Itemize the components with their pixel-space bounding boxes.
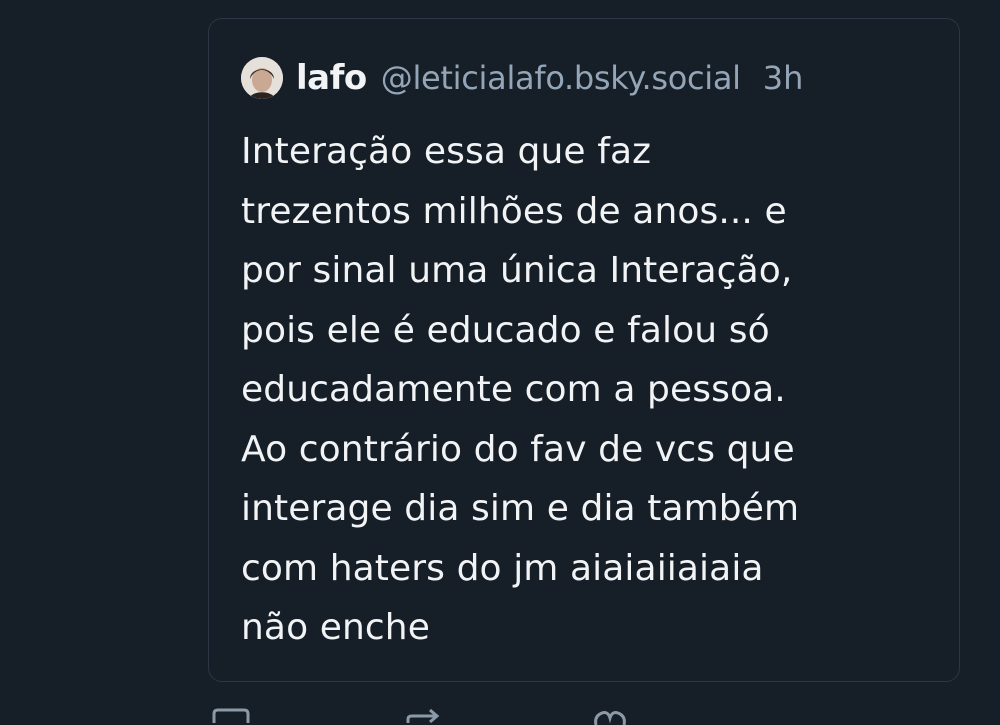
post-text-line: não enche	[241, 607, 430, 648]
reply-icon[interactable]	[210, 708, 250, 725]
like-icon[interactable]	[590, 708, 630, 725]
post-text-line: com haters do jm aiaiaiiaiaia	[241, 547, 764, 589]
author-handle[interactable]: @leticialafo.bsky.social	[381, 59, 741, 97]
post-timestamp[interactable]: 3h	[763, 59, 804, 97]
post-text-line: trezentos milhões de anos... e	[241, 190, 787, 232]
post-action-bar	[0, 708, 1000, 725]
feed-page: lafo @leticialafo.bsky.social 3h Interaç…	[0, 0, 1000, 725]
author-display-name[interactable]: lafo	[296, 58, 367, 98]
post-text-line: Ao contrário do fav de vcs que	[241, 428, 795, 470]
post-text-line: Interação essa que faz	[241, 131, 652, 172]
post-text-line: por sinal uma única Interação,	[241, 250, 793, 291]
post-body-text: Interação essa que faz trezentos milhões…	[241, 122, 941, 658]
post-text-line: interage dia sim e dia também	[241, 488, 800, 529]
quoted-post-card[interactable]: lafo @leticialafo.bsky.social 3h Interaç…	[208, 18, 960, 682]
post-text-line: pois ele é educado e falou só	[241, 309, 770, 351]
repost-icon[interactable]	[404, 708, 444, 725]
post-text-line: educadamente com a pessoa.	[241, 369, 786, 410]
post-header: lafo @leticialafo.bsky.social 3h	[241, 57, 803, 99]
avatar[interactable]	[241, 57, 283, 99]
avatar-photo-icon	[241, 57, 283, 99]
